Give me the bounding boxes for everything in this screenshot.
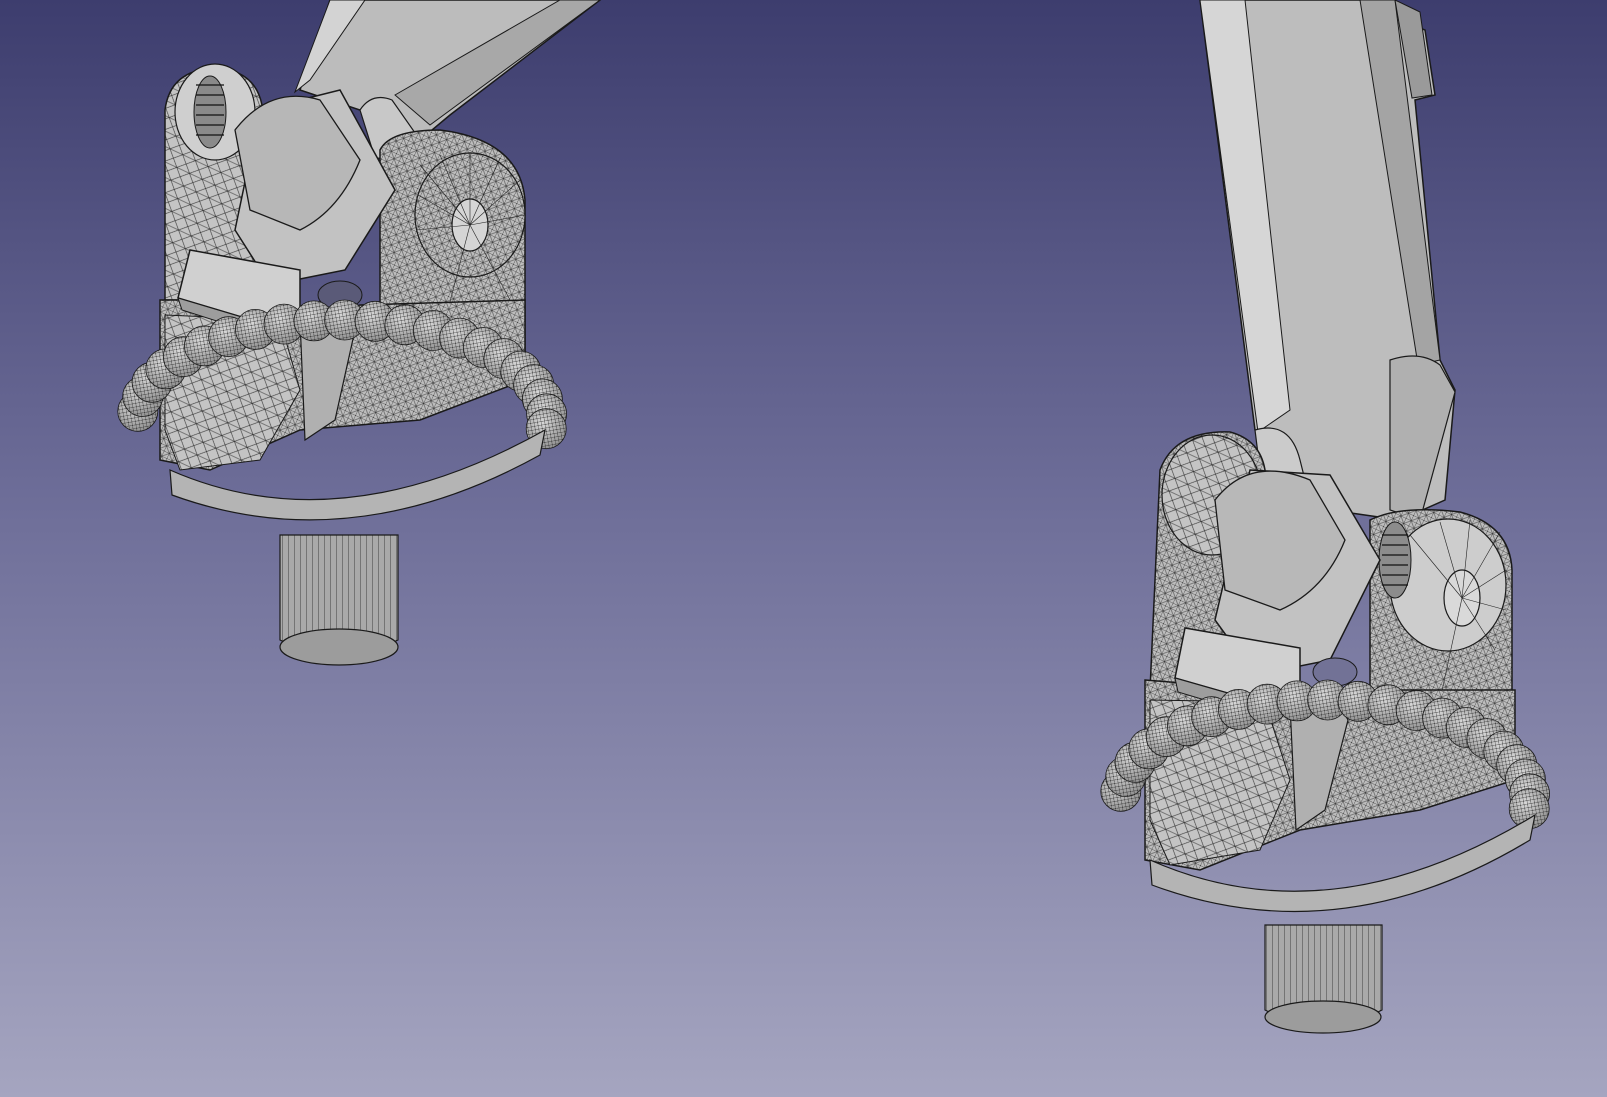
3d-viewport[interactable] [0,0,1607,1097]
left-hinge-block[interactable] [159,63,526,471]
right-hinge-block[interactable] [1144,431,1516,871]
right-leg-assembly[interactable] [1100,0,1550,1034]
left-leg-assembly[interactable] [117,0,602,666]
left-foot-peg[interactable] [279,534,399,666]
right-foot-peg[interactable] [1264,924,1383,1034]
3d-scene[interactable] [0,0,1607,1097]
